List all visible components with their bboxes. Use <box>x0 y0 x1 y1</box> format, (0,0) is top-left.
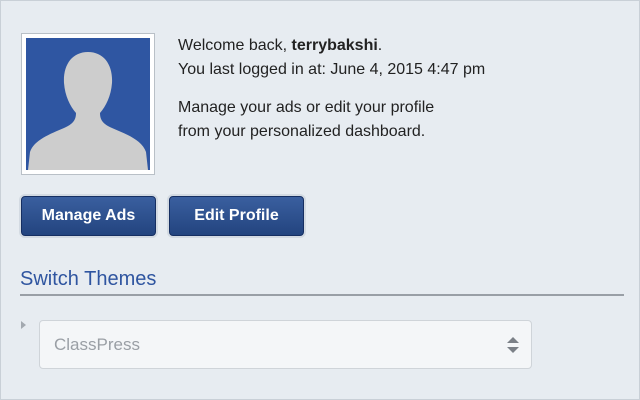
manage-ads-button[interactable]: Manage Ads <box>21 196 156 236</box>
caret-right-icon[interactable] <box>21 321 26 329</box>
username: terrybakshi <box>291 37 378 54</box>
description-line-2: from your personalized dashboard. <box>178 123 426 140</box>
dashboard-panel: Welcome back, terrybakshi. You last logg… <box>0 0 640 400</box>
last-login: You last logged in at: June 4, 2015 4:47… <box>178 58 485 82</box>
welcome-suffix: . <box>377 37 383 54</box>
theme-select-value: ClassPress <box>54 335 140 354</box>
welcome-message: Welcome back, terrybakshi. <box>178 34 382 58</box>
last-login-label: You last logged in at: <box>178 61 331 78</box>
welcome-prefix: Welcome back, <box>178 37 292 54</box>
theme-select[interactable]: ClassPress <box>39 320 532 369</box>
edit-profile-button[interactable]: Edit Profile <box>169 196 304 236</box>
avatar <box>21 33 155 175</box>
up-down-chevron-icon <box>506 335 520 355</box>
default-user-silhouette-icon <box>26 38 150 170</box>
switch-themes-heading: Switch Themes <box>20 268 157 290</box>
description-line-1: Manage your ads or edit your profile <box>178 99 435 116</box>
dashboard-description: Manage your ads or edit your profile fro… <box>178 96 434 144</box>
section-divider <box>20 294 624 296</box>
last-login-time: June 4, 2015 4:47 pm <box>330 61 486 78</box>
